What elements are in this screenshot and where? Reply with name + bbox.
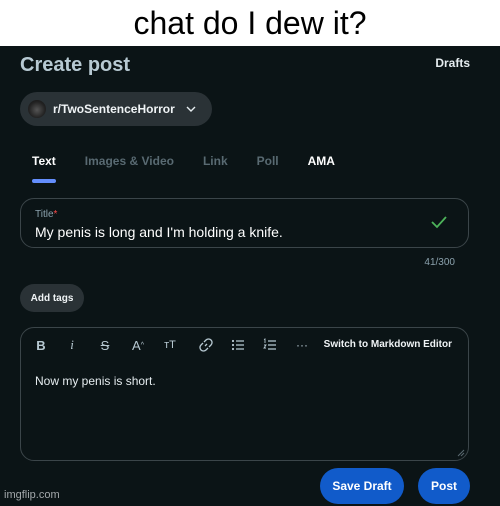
create-post-screen: Create post Drafts r/TwoSentenceHorror T… bbox=[0, 46, 500, 506]
imgflip-watermark: imgflip.com bbox=[4, 489, 60, 501]
community-avatar bbox=[28, 100, 46, 118]
title-field-label: Title* bbox=[35, 209, 58, 220]
drafts-link[interactable]: Drafts bbox=[435, 56, 470, 70]
tab-text[interactable]: Text bbox=[32, 154, 56, 168]
italic-icon[interactable]: i bbox=[67, 337, 77, 352]
resize-handle-icon[interactable] bbox=[457, 449, 465, 457]
link-icon[interactable] bbox=[199, 338, 213, 352]
bold-icon[interactable]: B bbox=[35, 338, 47, 353]
body-editor-text[interactable]: Now my penis is short. bbox=[35, 374, 156, 388]
community-selector[interactable]: r/TwoSentenceHorror bbox=[20, 92, 212, 126]
chevron-down-icon bbox=[186, 106, 196, 112]
heading-icon[interactable]: тT bbox=[163, 338, 177, 352]
post-button[interactable]: Post bbox=[418, 468, 470, 504]
community-name: r/TwoSentenceHorror bbox=[53, 102, 175, 116]
strikethrough-icon[interactable]: S bbox=[99, 338, 111, 353]
save-draft-button[interactable]: Save Draft bbox=[320, 468, 404, 504]
add-tags-button[interactable]: Add tags bbox=[20, 284, 84, 312]
numbered-list-icon[interactable] bbox=[263, 338, 277, 352]
post-type-tabs: Text Images & Video Link Poll AMA bbox=[32, 154, 364, 168]
title-field-value[interactable]: My penis is long and I'm holding a knife… bbox=[35, 224, 283, 240]
tab-link[interactable]: Link bbox=[203, 154, 228, 168]
markdown-switch-button[interactable]: Switch to Markdown Editor bbox=[324, 339, 452, 350]
title-character-counter: 41/300 bbox=[424, 257, 455, 268]
active-tab-indicator bbox=[32, 179, 56, 183]
tab-ama[interactable]: AMA bbox=[308, 154, 335, 168]
page-title: Create post bbox=[20, 54, 131, 76]
more-icon[interactable]: ··· bbox=[295, 338, 309, 352]
tab-images-video[interactable]: Images & Video bbox=[85, 154, 174, 168]
body-editor[interactable]: B i S A ^ тT ··· Switch to Markdown Edito… bbox=[20, 327, 469, 461]
title-field[interactable]: Title* My penis is long and I'm holding … bbox=[20, 198, 469, 248]
tab-poll[interactable]: Poll bbox=[257, 154, 279, 168]
editor-toolbar: B i S A ^ тT ··· Switch to Markdown Edito… bbox=[21, 328, 468, 362]
superscript-icon[interactable]: A ^ bbox=[131, 338, 145, 353]
meme-caption: chat do I dew it? bbox=[0, 0, 500, 46]
bullet-list-icon[interactable] bbox=[231, 338, 245, 352]
checkmark-icon bbox=[431, 216, 447, 229]
